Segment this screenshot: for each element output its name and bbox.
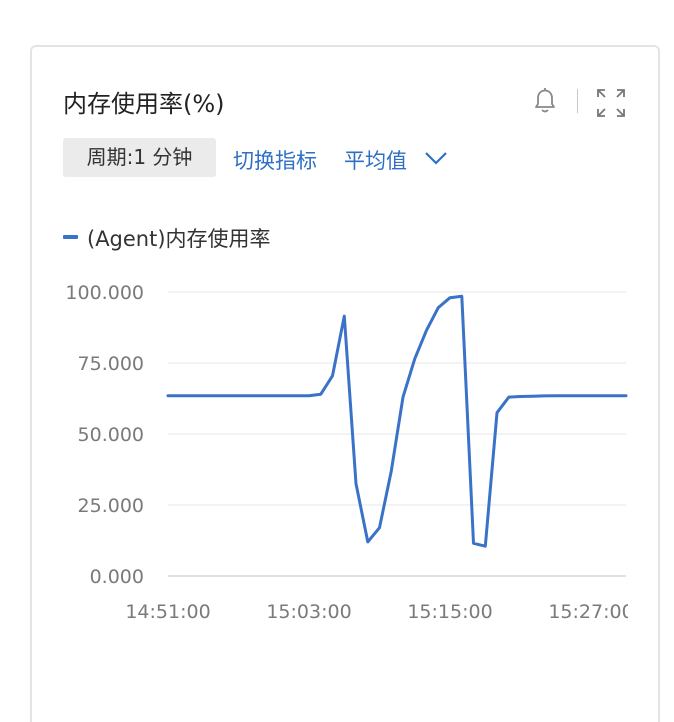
x-tick-label: 14:51:00 — [125, 601, 210, 623]
y-tick-label: 75.000 — [78, 353, 144, 375]
y-tick-label: 100.000 — [65, 282, 144, 304]
x-tick-label: 15:15:00 — [407, 601, 492, 623]
y-tick-label: 0.000 — [90, 566, 144, 588]
y-tick-label: 25.000 — [78, 495, 144, 517]
line-chart: 0.000 25.000 50.000 75.000 100.000 14:51:00 15… — [65, 282, 633, 623]
series-line — [166, 294, 628, 548]
x-tick-label: 15:27:00 — [548, 601, 633, 623]
x-tick-label: 15:03:00 — [266, 601, 351, 623]
y-tick-label: 50.000 — [78, 424, 144, 446]
